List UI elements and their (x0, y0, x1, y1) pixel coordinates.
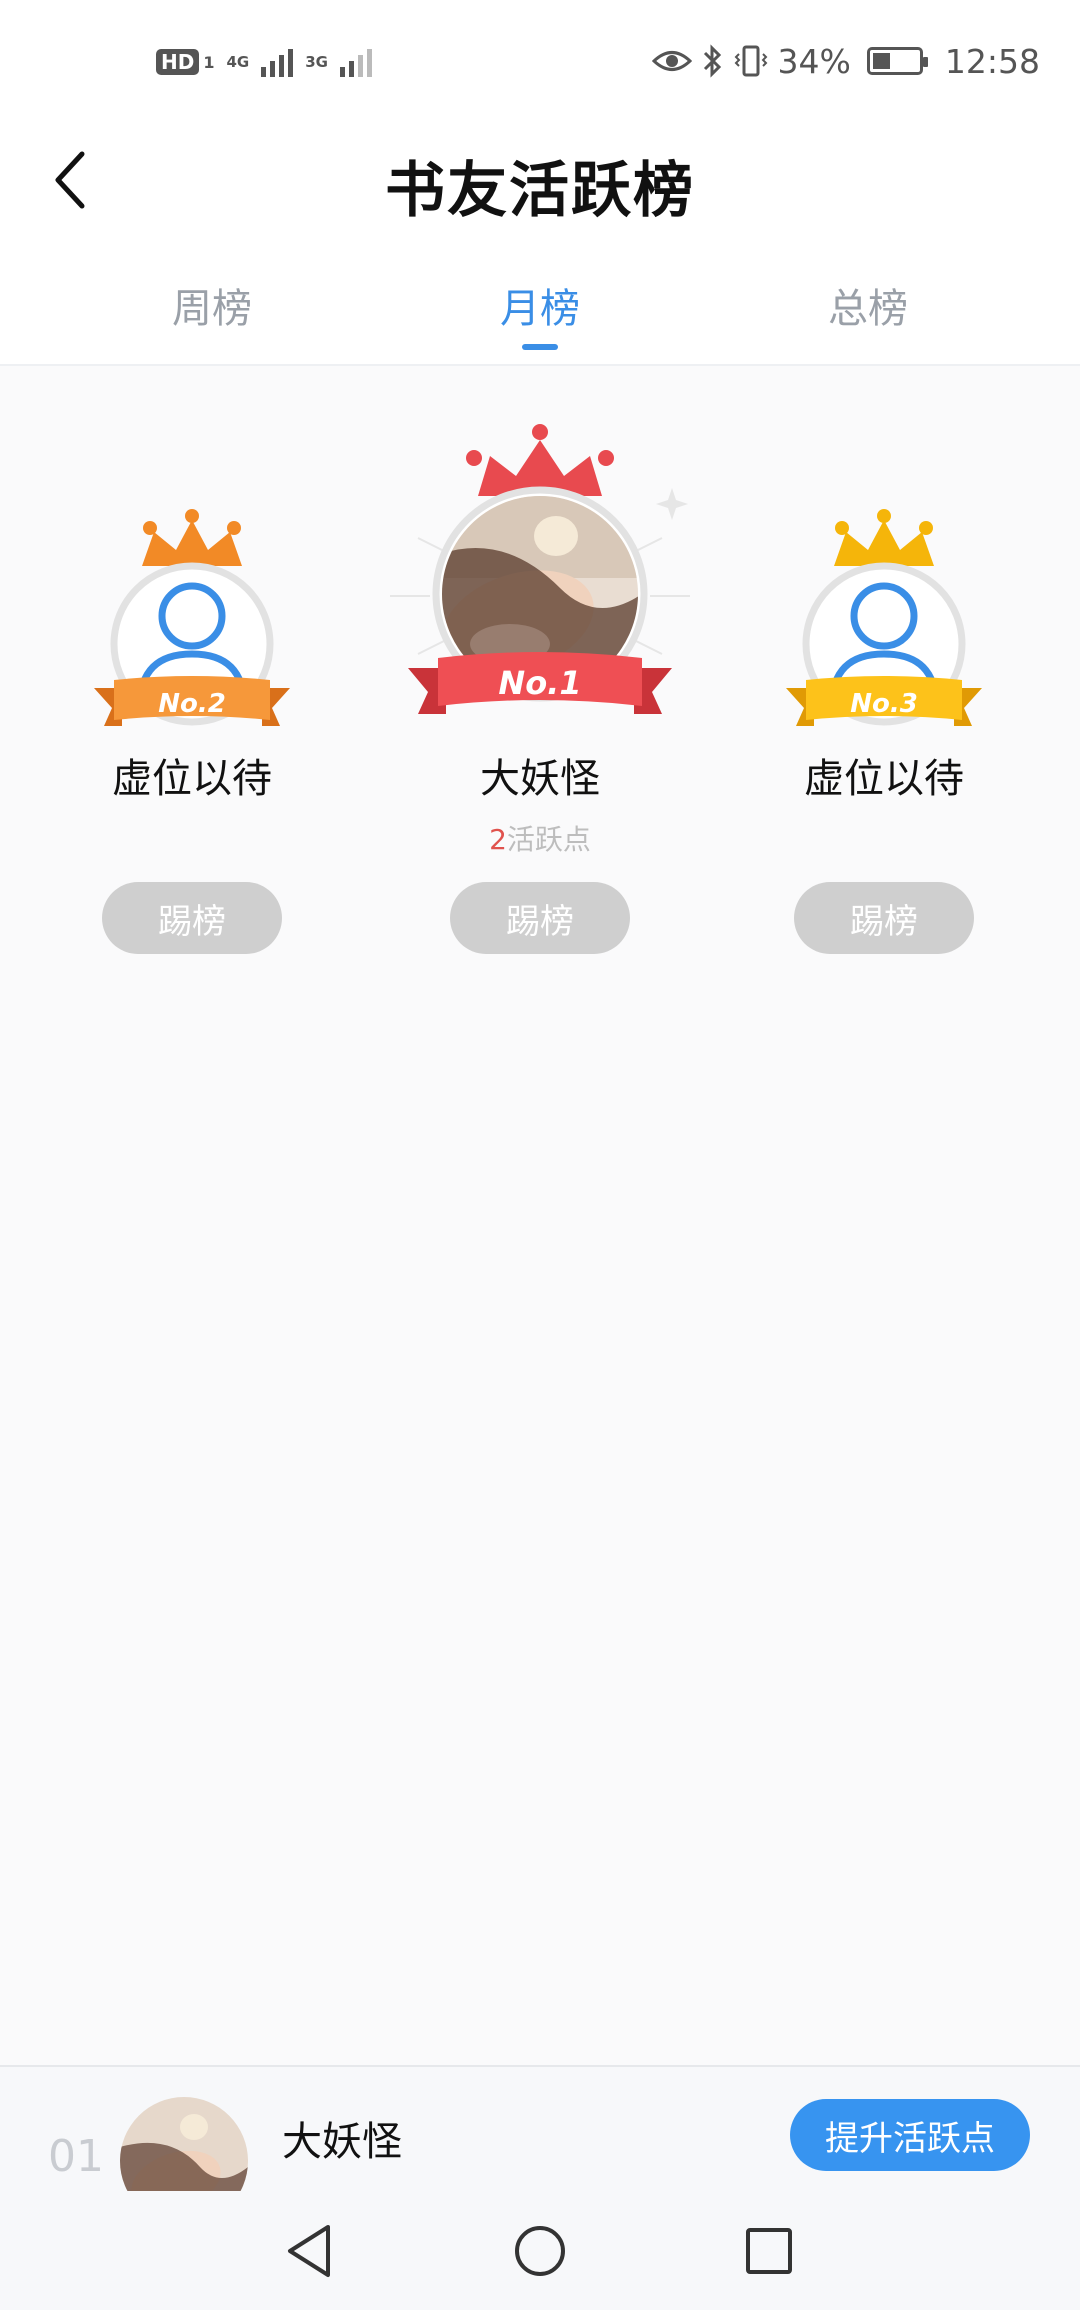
sim-number: 1 (203, 52, 215, 72)
signal-strength-icon (261, 47, 294, 77)
rank-3-label: No.3 (850, 689, 918, 719)
triangle-back-icon (288, 2225, 330, 2277)
podium: No.2 虚位以待 踢榜 No.1 大妖怪 2活跃点 踢榜 No.3 虚位以待 … (0, 366, 1080, 1016)
kick-button-second[interactable]: 踢榜 (102, 882, 282, 954)
app-header: 书友活跃榜 (0, 120, 1080, 240)
nav-recents-button[interactable] (724, 2211, 814, 2291)
my-avatar (120, 2097, 248, 2191)
clock: 12:58 (944, 41, 1040, 81)
status-right: 34% 12:58 (651, 40, 1040, 82)
my-rank-bar: 01 大妖怪 提升活跃点 (0, 2065, 1080, 2191)
podium-third: No.3 虚位以待 踢榜 (734, 366, 1034, 1016)
signal-strength-2-icon (339, 47, 372, 77)
kick-button-first[interactable]: 踢榜 (450, 882, 630, 954)
bluetooth-icon (703, 44, 721, 78)
my-name: 大妖怪 (282, 2119, 402, 2165)
rank-2-badge: No.2 (94, 509, 290, 726)
network-type-2: 3G (305, 52, 328, 71)
points-value: 2 (489, 823, 507, 856)
kick-button-third[interactable]: 踢榜 (794, 882, 974, 954)
nav-home-button[interactable] (495, 2211, 585, 2291)
battery-percent: 34% (777, 41, 851, 81)
tab-indicator (522, 344, 558, 350)
nav-back-button[interactable] (264, 2211, 354, 2291)
boost-activity-button[interactable]: 提升活跃点 (790, 2099, 1030, 2171)
tab-monthly[interactable]: 月榜 (430, 276, 650, 334)
crown-icon (142, 509, 242, 566)
eye-icon (651, 51, 692, 71)
system-nav-bar (0, 2191, 1080, 2310)
battery-icon (866, 47, 928, 75)
podium-second: No.2 虚位以待 踢榜 (42, 366, 342, 1016)
tab-total[interactable]: 总榜 (758, 276, 978, 334)
rank-1-badge: No.1 (390, 424, 690, 714)
crown-icon (466, 424, 614, 496)
podium-third-name: 虚位以待 (804, 756, 964, 802)
vibrate-icon (734, 45, 767, 77)
podium-first-name: 大妖怪 (480, 756, 600, 802)
status-left: HD 1 4G 3G (156, 44, 372, 80)
tab-weekly[interactable]: 周榜 (102, 276, 322, 334)
circle-home-icon (515, 2226, 565, 2276)
rank-1-label: No.1 (498, 664, 581, 702)
crown-icon (834, 509, 934, 566)
rank-3-badge: No.3 (786, 509, 982, 726)
podium-first: No.1 大妖怪 2活跃点 踢榜 (390, 366, 690, 1016)
podium-second-name: 虚位以待 (112, 756, 272, 802)
battery-fill (872, 53, 890, 69)
rank-2-label: No.2 (158, 689, 226, 719)
avatar-image (120, 2097, 248, 2191)
podium-first-points: 2活跃点 (390, 818, 690, 858)
square-recents-icon (746, 2228, 792, 2274)
hd-icon: HD (156, 49, 200, 75)
page-title: 书友活跃榜 (385, 156, 695, 226)
status-bar: HD 1 4G 3G 34% 12:58 (0, 0, 1080, 120)
points-label: 活跃点 (506, 823, 591, 856)
sparkle-icon (656, 488, 688, 520)
ranking-tabs: 周榜 月榜 总榜 (0, 240, 1080, 366)
network-type-1: 4G (226, 52, 250, 71)
my-rank-number: 01 (48, 2131, 104, 2182)
